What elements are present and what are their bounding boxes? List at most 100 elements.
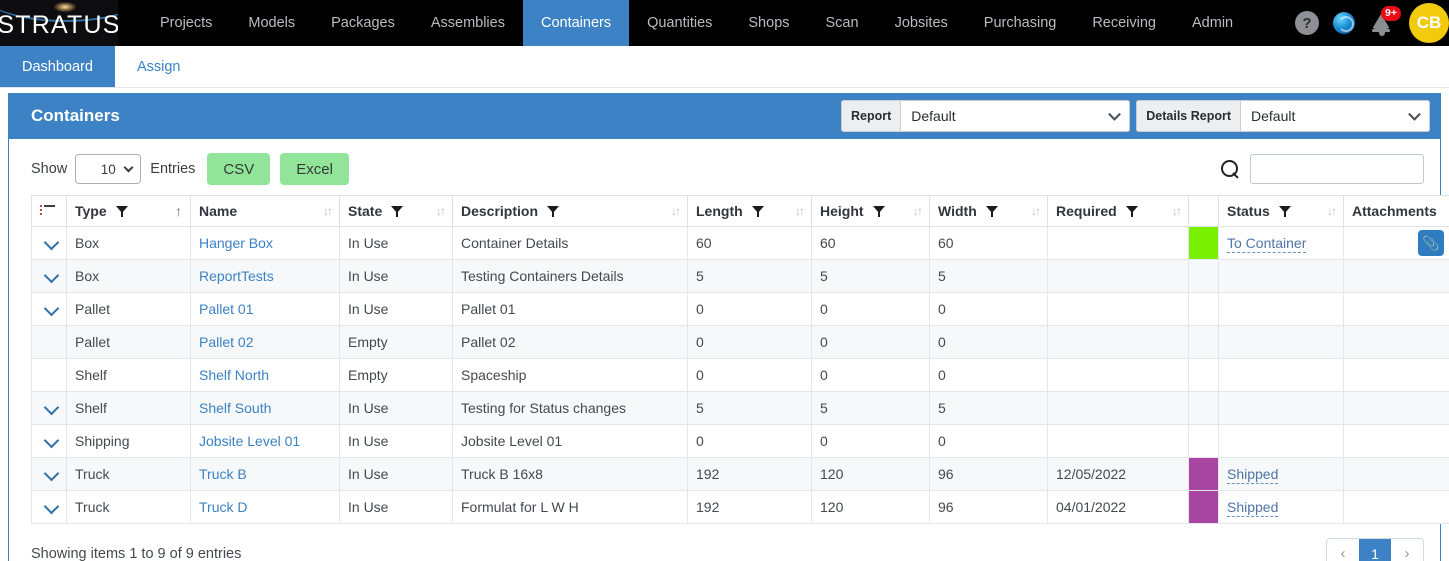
chevron-down-icon[interactable] bbox=[43, 267, 60, 284]
sort-toggle-icon[interactable]: ↓↑ bbox=[317, 204, 333, 218]
filter-icon[interactable] bbox=[547, 205, 560, 217]
table-row[interactable]: Box Hanger Box In Use Container Details 60 60… bbox=[31, 226, 1449, 260]
cell-name[interactable]: ReportTests bbox=[190, 259, 340, 293]
details-report-select[interactable]: Default bbox=[1240, 100, 1430, 132]
column-header-type[interactable]: Type ↑ bbox=[66, 195, 191, 227]
nav-item-admin[interactable]: Admin bbox=[1174, 0, 1251, 46]
sort-toggle-icon[interactable]: ↓↑ bbox=[907, 204, 923, 218]
container-name-link[interactable]: Pallet 02 bbox=[199, 334, 253, 350]
container-name-link[interactable]: Truck D bbox=[199, 499, 247, 515]
table-row[interactable]: Truck Truck D In Use Formulat for L W H 192 1… bbox=[31, 490, 1449, 524]
filter-icon[interactable] bbox=[751, 205, 764, 217]
table-row[interactable]: Shelf Shelf South In Use Testing for Status… bbox=[31, 391, 1449, 425]
search-icon[interactable] bbox=[1221, 159, 1240, 179]
csv-export-button[interactable]: CSV bbox=[207, 153, 271, 185]
row-expand-cell[interactable] bbox=[31, 292, 67, 326]
nav-item-receiving[interactable]: Receiving bbox=[1074, 0, 1174, 46]
table-row[interactable]: Shipping Jobsite Level 01 In Use Jobsite Le… bbox=[31, 424, 1449, 458]
status-link[interactable]: Shipped bbox=[1227, 499, 1279, 517]
cell-attachments[interactable]: 📎 bbox=[1343, 226, 1449, 260]
column-header-state[interactable]: State ↓↑ bbox=[339, 195, 453, 227]
row-expand-cell[interactable] bbox=[31, 226, 67, 260]
container-name-link[interactable]: Hanger Box bbox=[199, 235, 273, 251]
sort-ascending-icon[interactable]: ↑ bbox=[175, 203, 182, 219]
column-header-width[interactable]: Width ↓↑ bbox=[929, 195, 1048, 227]
nav-item-quantities[interactable]: Quantities bbox=[629, 0, 730, 46]
column-header-height[interactable]: Height ↓↑ bbox=[811, 195, 930, 227]
pagination-prev-button[interactable]: ‹ bbox=[1327, 539, 1359, 561]
paperclip-icon[interactable]: 📎 bbox=[1418, 230, 1444, 256]
cell-name[interactable]: Shelf North bbox=[190, 358, 340, 392]
filter-icon[interactable] bbox=[115, 205, 128, 217]
status-link[interactable]: To Container bbox=[1227, 235, 1307, 253]
chevron-down-icon[interactable] bbox=[43, 300, 60, 317]
container-name-link[interactable]: Shelf South bbox=[199, 400, 271, 416]
cell-name[interactable]: Pallet 02 bbox=[190, 325, 340, 359]
cell-name[interactable]: Truck D bbox=[190, 490, 340, 524]
sort-toggle-icon[interactable]: ↓↑ bbox=[789, 204, 805, 218]
avatar[interactable]: CB bbox=[1409, 3, 1449, 43]
column-header-status[interactable]: Status ↓↑ bbox=[1218, 195, 1344, 227]
column-header-description[interactable]: Description ↓↑ bbox=[452, 195, 688, 227]
entries-per-page-select[interactable]: 10 bbox=[75, 154, 142, 184]
sort-toggle-icon[interactable]: ↓↑ bbox=[430, 204, 446, 218]
table-row[interactable]: Box ReportTests In Use Testing Containers D… bbox=[31, 259, 1449, 293]
nav-item-projects[interactable]: Projects bbox=[142, 0, 230, 46]
row-expand-cell[interactable] bbox=[31, 259, 67, 293]
filter-icon[interactable] bbox=[872, 205, 885, 217]
chevron-down-icon[interactable] bbox=[43, 432, 60, 449]
status-link[interactable]: Shipped bbox=[1227, 466, 1279, 484]
nav-item-jobsites[interactable]: Jobsites bbox=[877, 0, 966, 46]
chevron-down-icon[interactable] bbox=[43, 234, 60, 251]
nav-item-models[interactable]: Models bbox=[230, 0, 313, 46]
pagination-next-button[interactable]: › bbox=[1391, 539, 1423, 561]
table-row[interactable]: Shelf Shelf North Empty Spaceship 0 0 0 bbox=[31, 358, 1449, 392]
nav-item-purchasing[interactable]: Purchasing bbox=[966, 0, 1075, 46]
cell-status[interactable]: Shipped bbox=[1218, 457, 1344, 491]
column-header-name[interactable]: Name ↓↑ bbox=[190, 195, 340, 227]
cell-name[interactable]: Jobsite Level 01 bbox=[190, 424, 340, 458]
cell-status[interactable]: To Container bbox=[1218, 226, 1344, 260]
pagination-page-1[interactable]: 1 bbox=[1359, 539, 1391, 561]
cell-name[interactable]: Pallet 01 bbox=[190, 292, 340, 326]
filter-icon[interactable] bbox=[1125, 205, 1138, 217]
excel-export-button[interactable]: Excel bbox=[280, 153, 349, 185]
table-row[interactable]: Pallet Pallet 02 Empty Pallet 02 0 0 0 bbox=[31, 325, 1449, 359]
cell-name[interactable]: Truck B bbox=[190, 457, 340, 491]
chevron-down-icon[interactable] bbox=[43, 498, 60, 515]
nav-item-assemblies[interactable]: Assemblies bbox=[413, 0, 523, 46]
nav-item-scan[interactable]: Scan bbox=[808, 0, 877, 46]
cell-status[interactable]: Shipped bbox=[1218, 490, 1344, 524]
container-name-link[interactable]: Jobsite Level 01 bbox=[199, 433, 300, 449]
cell-name[interactable]: Shelf South bbox=[190, 391, 340, 425]
row-expand-cell[interactable] bbox=[31, 457, 67, 491]
filter-icon[interactable] bbox=[391, 205, 404, 217]
cell-name[interactable]: Hanger Box bbox=[190, 226, 340, 260]
brand-logo[interactable]: STRATUS bbox=[0, 0, 118, 46]
column-header-length[interactable]: Length ↓↑ bbox=[687, 195, 812, 227]
container-name-link[interactable]: Truck B bbox=[199, 466, 247, 482]
container-name-link[interactable]: ReportTests bbox=[199, 268, 274, 284]
table-row[interactable]: Truck Truck B In Use Truck B 16x8 192 120 96 12… bbox=[31, 457, 1449, 491]
sort-toggle-icon[interactable]: ↓↑ bbox=[1321, 204, 1337, 218]
search-input[interactable] bbox=[1250, 154, 1424, 184]
chevron-down-icon[interactable] bbox=[43, 399, 60, 416]
sort-toggle-icon[interactable]: ↓↑ bbox=[665, 204, 681, 218]
nav-item-packages[interactable]: Packages bbox=[313, 0, 413, 46]
sort-toggle-icon[interactable]: ↓↑ bbox=[1166, 204, 1182, 218]
row-expand-cell[interactable] bbox=[31, 424, 67, 458]
table-row[interactable]: Pallet Pallet 01 In Use Pallet 01 0 0 0 bbox=[31, 292, 1449, 326]
row-expand-cell[interactable] bbox=[31, 490, 67, 524]
sort-toggle-icon[interactable]: ↓↑ bbox=[1025, 204, 1041, 218]
container-name-link[interactable]: Pallet 01 bbox=[199, 301, 253, 317]
row-expand-cell[interactable] bbox=[31, 391, 67, 425]
container-name-link[interactable]: Shelf North bbox=[199, 367, 269, 383]
tab-dashboard[interactable]: Dashboard bbox=[0, 46, 115, 87]
filter-icon[interactable] bbox=[1278, 205, 1291, 217]
report-select[interactable]: Default bbox=[900, 100, 1131, 132]
nav-item-shops[interactable]: Shops bbox=[730, 0, 807, 46]
filter-icon[interactable] bbox=[985, 205, 998, 217]
nav-item-containers[interactable]: Containers bbox=[522, 0, 630, 46]
tab-assign[interactable]: Assign bbox=[115, 46, 203, 87]
column-header-required[interactable]: Required ↓↑ bbox=[1047, 195, 1189, 227]
